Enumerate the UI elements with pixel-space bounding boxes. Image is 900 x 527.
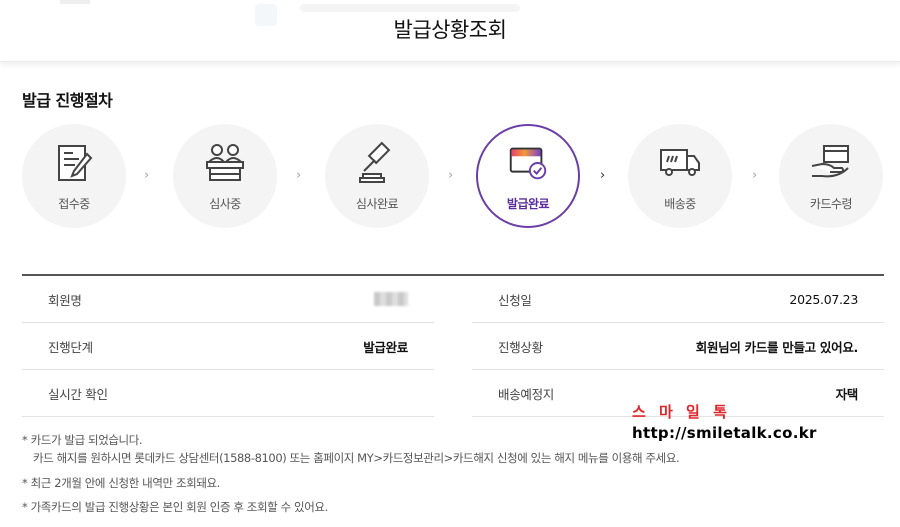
info-row-realtime-check[interactable]: 실시간 확인 xyxy=(22,370,434,417)
info-column-right: 신청일 2025.07.23 진행상황 회원님의 카드를 만들고 있어요. 배송… xyxy=(472,276,884,417)
chevron-right-icon: › xyxy=(296,168,302,183)
gavel-icon xyxy=(354,140,400,186)
header-ghost-text xyxy=(300,4,520,12)
step-received: 접수중 xyxy=(22,124,126,228)
info-row-application-date: 신청일 2025.07.23 xyxy=(472,276,884,323)
info-key: 신청일 xyxy=(498,292,532,308)
step-label: 발급완료 xyxy=(506,197,550,211)
step-label: 카드수령 xyxy=(809,197,853,211)
step-label: 심사완료 xyxy=(355,197,399,211)
info-value: 회원님의 카드를 만들고 있어요. xyxy=(695,339,859,355)
chevron-right-icon: › xyxy=(144,168,150,183)
page-title: 발급상황조회 xyxy=(393,18,507,42)
notice-item: * 카드가 발급 되었습니다. xyxy=(22,433,143,447)
info-row-progress-status: 진행상황 회원님의 카드를 만들고 있어요. xyxy=(472,323,884,370)
info-key: 실시간 확인 xyxy=(48,386,108,402)
notice-item: 카드 해지를 원하시면 롯데카드 상담센터(1588-8100) 또는 홈페이지… xyxy=(33,450,680,465)
redacted-member-name xyxy=(374,292,408,306)
watermark-line2: http://smiletalk.co.kr xyxy=(632,424,817,442)
step-shipping: 배송중 xyxy=(628,124,732,228)
step-issued: 발급완료 xyxy=(476,124,580,228)
chevron-right-icon: › xyxy=(752,168,758,183)
info-key: 진행단계 xyxy=(48,339,93,355)
info-column-left: 회원명 진행단계 발급완료 실시간 확인 xyxy=(22,276,434,417)
watermark-line1-text: 스 마 일 톡 xyxy=(632,403,731,421)
watermark-line1: 스 마 일 톡 xyxy=(632,401,817,422)
info-row-stage: 진행단계 발급완료 xyxy=(22,323,434,370)
card-check-icon xyxy=(505,140,551,186)
info-key: 진행상황 xyxy=(498,339,543,355)
info-value: 발급완료 xyxy=(363,339,408,355)
header-ghost-fragment xyxy=(60,0,90,4)
page-header: 발급상황조회 xyxy=(0,0,900,62)
card-hand-icon xyxy=(808,140,854,186)
notice-item: * 최근 2개월 안에 신청한 내역만 조회돼요. xyxy=(22,475,220,490)
chevron-right-icon: › xyxy=(448,168,454,183)
info-value: 자택 xyxy=(835,386,859,402)
notice-item: * 가족카드의 발급 진행상황은 본인 회원 인증 후 조회할 수 있어요. xyxy=(22,500,328,515)
step-card-received: 카드수령 xyxy=(779,124,883,228)
step-review-done: 심사완료 xyxy=(325,124,429,228)
application-info-table: 회원명 진행단계 발급완료 실시간 확인 신청일 2025.07.23 진행상황… xyxy=(22,274,884,417)
info-key: 배송예정지 xyxy=(498,386,555,402)
info-row-member-name: 회원명 xyxy=(22,276,434,323)
process-steps: 접수중 › 심사중 › 심사완료 › 발급완료 › 배송중 › 카드수령 xyxy=(22,124,884,230)
chevron-right-icon: › xyxy=(600,168,606,183)
delivery-truck-icon xyxy=(657,140,703,186)
reviewers-icon xyxy=(202,140,248,186)
document-pencil-icon xyxy=(51,140,97,186)
step-label: 배송중 xyxy=(664,197,696,211)
process-title: 발급 진행절차 xyxy=(22,91,113,110)
step-reviewing: 심사중 xyxy=(173,124,277,228)
notice-list: * 카드가 발급 되었습니다. 카드 해지를 원하시면 롯데카드 상담센터(15… xyxy=(22,432,680,517)
info-value: 2025.07.23 xyxy=(789,291,858,307)
step-label: 심사중 xyxy=(209,197,241,211)
watermark: 스 마 일 톡 http://smiletalk.co.kr xyxy=(632,401,817,442)
step-label: 접수중 xyxy=(58,197,90,211)
info-key: 회원명 xyxy=(48,292,82,308)
